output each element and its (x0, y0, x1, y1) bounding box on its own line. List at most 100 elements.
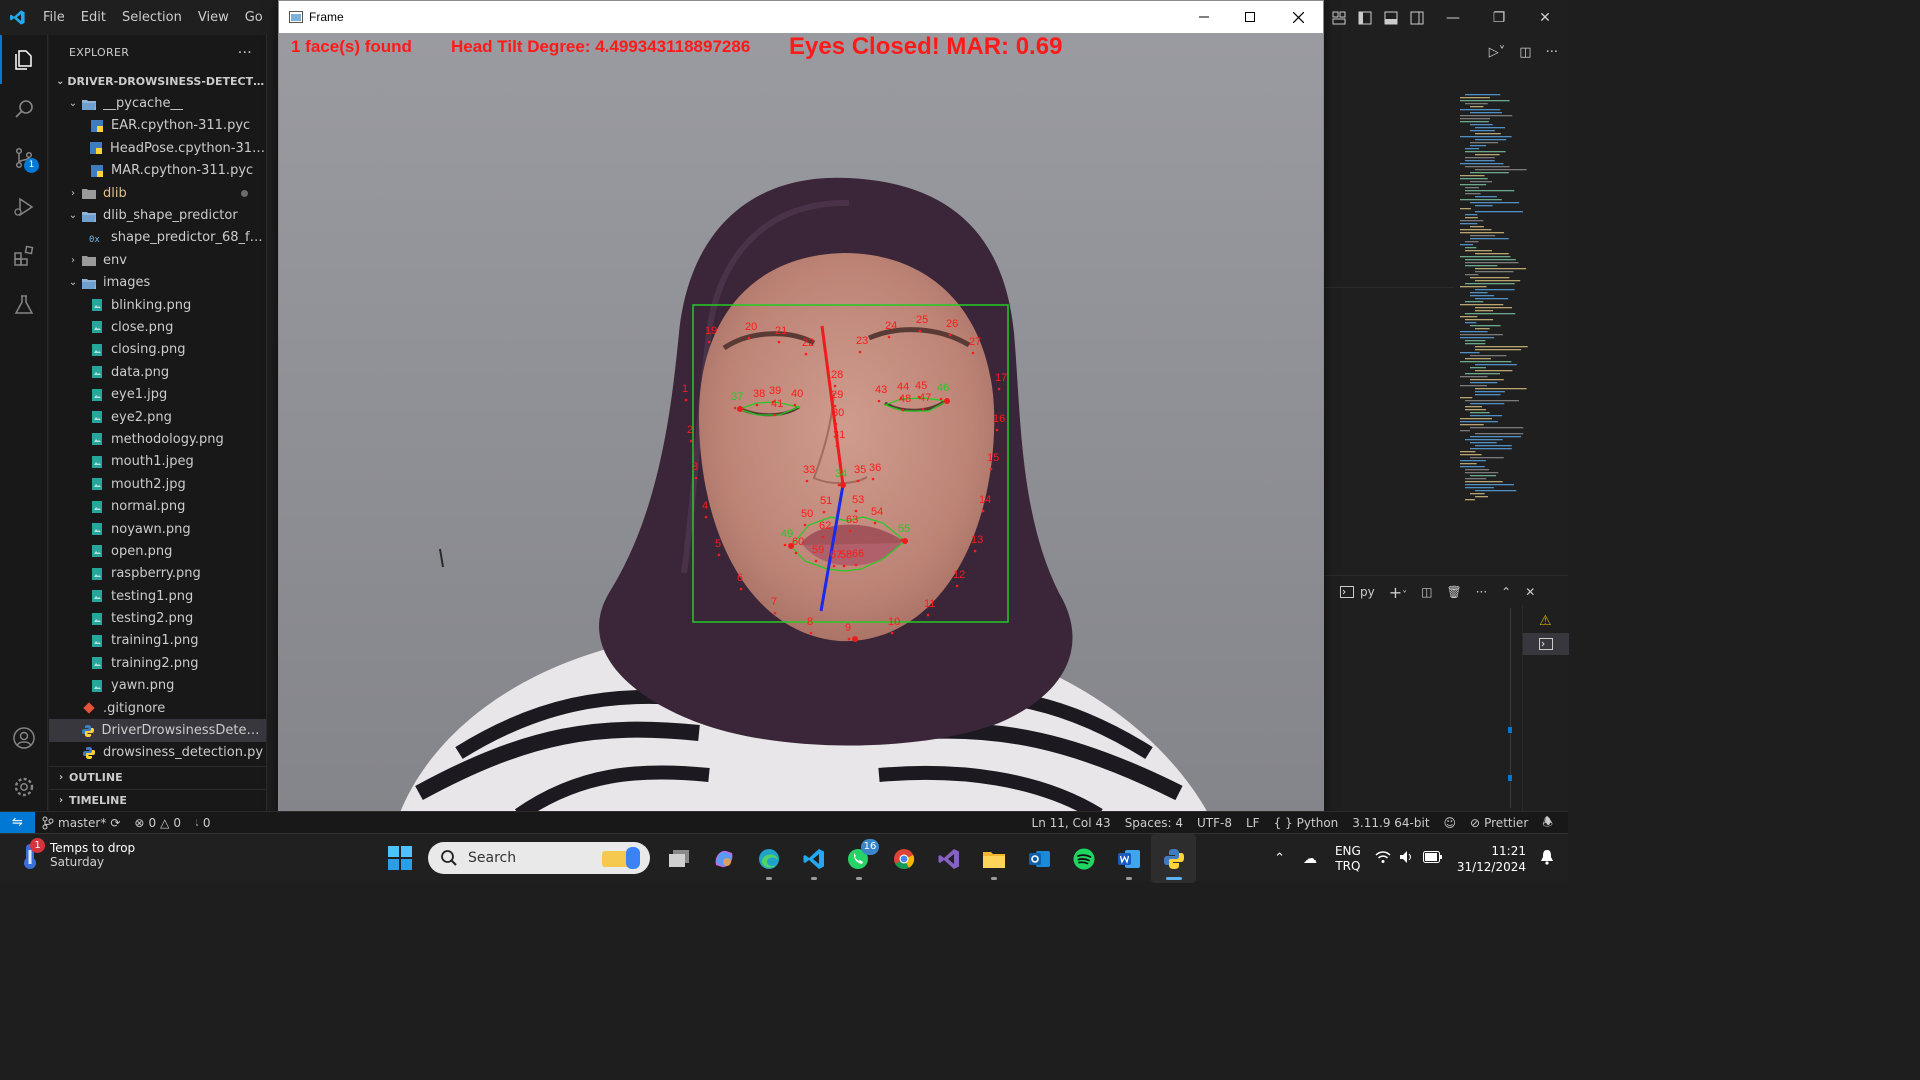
toggle-secondary-sidebar-icon[interactable] (1404, 0, 1430, 35)
tree-item-images[interactable]: ⌄ images (49, 272, 266, 294)
manage-activity[interactable] (0, 762, 48, 811)
copilot-app-icon[interactable] (701, 834, 746, 883)
tree-item-yawn-png[interactable]: yawn.png (49, 675, 266, 697)
task-view-icon[interactable] (656, 834, 701, 883)
search-activity[interactable] (0, 84, 48, 133)
tree-item-mouth2-jpg[interactable]: mouth2.jpg (49, 473, 266, 495)
battery-icon[interactable] (1422, 850, 1443, 867)
language-mode[interactable]: { } Python (1267, 816, 1346, 830)
notifications-icon[interactable]: 🕭 (1535, 813, 1560, 834)
frame-minimize-icon[interactable] (1181, 1, 1227, 33)
tree-item-dlib-shape-predictor[interactable]: ⌄ dlib_shape_predictor (49, 204, 266, 226)
menu-go[interactable]: Go (237, 0, 271, 35)
remote-indicator-icon[interactable]: ⇋ (0, 811, 35, 834)
prettier-status[interactable]: ⊘ Prettier (1463, 816, 1535, 830)
input-language[interactable]: ENG TRQ (1335, 844, 1361, 874)
terminal-tab[interactable]: py (1340, 585, 1375, 599)
notification-bell-icon[interactable] (1540, 849, 1554, 869)
tree-item-pycache[interactable]: ⌄ __pycache__ (49, 92, 266, 114)
outline-section[interactable]: › OUTLINE (49, 766, 266, 788)
customize-layout-icon[interactable] (1326, 0, 1352, 35)
split-editor-icon[interactable]: ◫ (1519, 45, 1531, 60)
tree-item-dlib[interactable]: › dlib (49, 182, 266, 204)
tree-item-close-png[interactable]: close.png (49, 316, 266, 338)
extensions-activity[interactable] (0, 231, 48, 280)
python-interpreter[interactable]: 3.11.9 64-bit (1345, 816, 1436, 830)
tree-item-gitignore[interactable]: .gitignore (49, 697, 266, 719)
tree-item-training1-png[interactable]: training1.png (49, 630, 266, 652)
tree-item-normal-png[interactable]: normal.png (49, 495, 266, 517)
sync-icon[interactable]: ⟳ (110, 816, 120, 830)
tree-item-raspberry-png[interactable]: raspberry.png (49, 563, 266, 585)
toggle-panel-icon[interactable] (1378, 0, 1404, 35)
outlook-icon[interactable] (1016, 834, 1061, 883)
close-panel-icon[interactable]: ✕ (1525, 585, 1535, 599)
show-hidden-icons[interactable]: ⌃ (1274, 851, 1285, 866)
explorer-activity[interactable] (0, 35, 48, 84)
wifi-icon[interactable] (1375, 850, 1391, 868)
run-debug-activity[interactable] (0, 182, 48, 231)
onedrive-icon[interactable]: ☁ (1303, 851, 1317, 867)
visual-studio-icon[interactable] (926, 834, 971, 883)
frame-maximize-icon[interactable] (1227, 1, 1273, 33)
workspace-root[interactable]: ⌄ DRIVER-DROWSINESS-DETECTION... (49, 70, 266, 92)
tree-item-training2-png[interactable]: training2.png (49, 652, 266, 674)
editor-more-icon[interactable]: ··· (1546, 45, 1558, 60)
copilot-icon[interactable]: ☺ (1437, 816, 1464, 830)
tree-item-testing2-png[interactable]: testing2.png (49, 607, 266, 629)
menu-edit[interactable]: Edit (73, 0, 114, 35)
tree-item-methodology-png[interactable]: methodology.png (49, 428, 266, 450)
taskbar-search[interactable]: Search (428, 842, 650, 874)
new-terminal-icon[interactable]: +˅ (1389, 583, 1407, 602)
windows-start-icon[interactable] (386, 844, 414, 872)
timeline-section[interactable]: › TIMELINE (49, 789, 266, 811)
tree-item-data-png[interactable]: data.png (49, 361, 266, 383)
tree-item-drowsiness-detection-py[interactable]: drowsiness_detection.py (49, 742, 266, 764)
menu-selection[interactable]: Selection (114, 0, 190, 35)
tree-item-driverdrowsinessdetectio[interactable]: DriverDrowsinessDetectio... (49, 719, 266, 742)
weather-widget[interactable]: 1 Temps to drop Saturday (18, 838, 135, 870)
tree-item-eye2-png[interactable]: eye2.png (49, 406, 266, 428)
menu-view[interactable]: View (190, 0, 237, 35)
accounts-activity[interactable] (0, 713, 48, 762)
tree-item-headpose-cpython-311[interactable]: HeadPose.cpython-311.... (49, 137, 266, 159)
restore-icon[interactable]: ❐ (1476, 0, 1522, 35)
tree-item-mouth1-jpeg[interactable]: mouth1.jpeg (49, 451, 266, 473)
minimize-icon[interactable]: — (1430, 0, 1476, 35)
split-terminal-icon[interactable]: ◫ (1421, 585, 1432, 599)
edge-icon[interactable] (746, 834, 791, 883)
tree-item-ear-cpython-311-pyc[interactable]: EAR.cpython-311.pyc (49, 115, 266, 137)
tree-item-testing1-png[interactable]: testing1.png (49, 585, 266, 607)
panel-more-icon[interactable]: ··· (1476, 585, 1487, 599)
warning-icon[interactable]: ⚠ (1539, 613, 1552, 629)
tree-item-blinking-png[interactable]: blinking.png (49, 294, 266, 316)
more-actions-icon[interactable]: ··· (238, 45, 252, 61)
spotify-icon[interactable] (1061, 834, 1106, 883)
terminal-instance-icon[interactable] (1523, 633, 1569, 655)
tree-item-mar-cpython-311-pyc[interactable]: MAR.cpython-311.pyc (49, 160, 266, 182)
ports-indicator[interactable]: 𝇒 0 (188, 815, 218, 830)
end-of-line[interactable]: LF (1239, 816, 1267, 830)
file-explorer-icon[interactable] (971, 834, 1016, 883)
vscode-app-icon[interactable] (791, 834, 836, 883)
tree-item-eye1-jpg[interactable]: eye1.jpg (49, 383, 266, 405)
maximize-panel-icon[interactable]: ⌃ (1501, 585, 1511, 599)
git-branch[interactable]: master* ⟳ (35, 816, 127, 830)
whatsapp-icon[interactable]: 16 (836, 834, 881, 883)
source-control-activity[interactable]: 1 (0, 133, 48, 182)
tree-item-noyawn-png[interactable]: noyawn.png (49, 518, 266, 540)
chrome-icon[interactable] (881, 834, 926, 883)
tree-item-open-png[interactable]: open.png (49, 540, 266, 562)
problems-indicator[interactable]: ⊗ 0 △ 0 (127, 816, 188, 830)
frame-close-icon[interactable] (1275, 1, 1321, 33)
menu-file[interactable]: File (35, 0, 73, 35)
toggle-primary-sidebar-icon[interactable] (1352, 0, 1378, 35)
tree-item-shape-predictor-68-fac[interactable]: 0x shape_predictor_68_fac... (49, 227, 266, 249)
word-icon[interactable] (1106, 834, 1151, 883)
python-app-icon[interactable] (1151, 834, 1196, 883)
close-icon[interactable]: ✕ (1522, 0, 1568, 35)
tree-item-env[interactable]: › env (49, 249, 266, 271)
encoding[interactable]: UTF-8 (1190, 816, 1239, 830)
tree-item-closing-png[interactable]: closing.png (49, 339, 266, 361)
cursor-position[interactable]: Ln 11, Col 43 (1025, 816, 1118, 830)
